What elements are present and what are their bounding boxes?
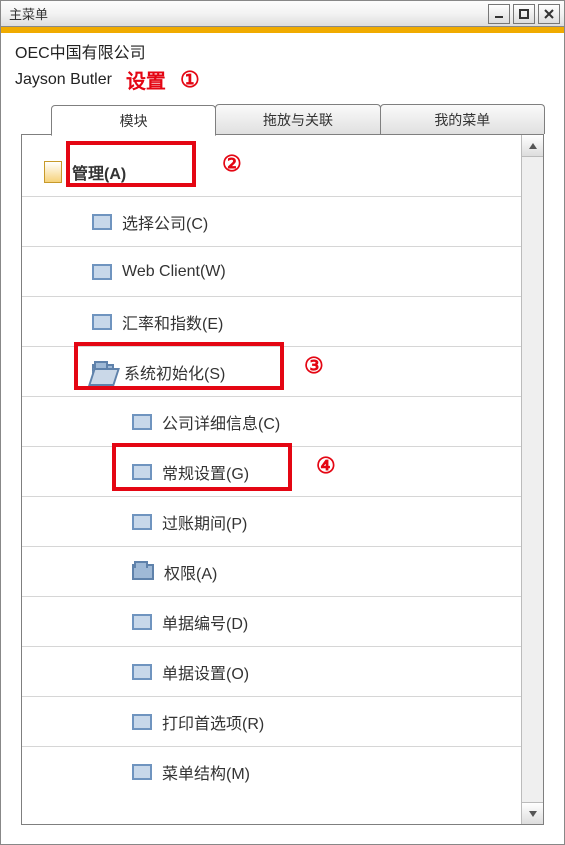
tree-label: 管理(A) xyxy=(72,160,126,184)
tree-label: 单据设置(O) xyxy=(162,660,249,684)
window-icon xyxy=(92,314,112,330)
tree-label: 选择公司(C) xyxy=(122,210,208,234)
scroll-down-button[interactable] xyxy=(522,802,543,824)
tree-item-doc-settings[interactable]: 单据设置(O) xyxy=(22,647,521,697)
window-icon xyxy=(132,414,152,430)
tree-label: 公司详细信息(C) xyxy=(162,410,280,434)
tree-label: 打印首选项(R) xyxy=(162,710,264,734)
tree-item-web-client[interactable]: Web Client(W) xyxy=(22,247,521,297)
tab-drag-drop[interactable]: 拖放与关联 xyxy=(215,104,380,134)
tree-item-authorizations[interactable]: 权限(A) xyxy=(22,547,521,597)
tree-item-menu-structure[interactable]: 菜单结构(M) xyxy=(22,747,521,797)
content-pane: 管理(A) 选择公司(C) Web Client(W) 汇率和指数(E) 系统初… xyxy=(21,134,544,825)
window-icon xyxy=(92,214,112,230)
page-icon xyxy=(44,161,62,183)
titlebar: 主菜单 xyxy=(1,1,564,27)
tree-label: Web Client(W) xyxy=(122,263,226,281)
tab-bar: 模块 拖放与关联 我的菜单 xyxy=(51,104,544,135)
tree-label: 单据编号(D) xyxy=(162,610,248,634)
maximize-button[interactable] xyxy=(513,4,535,24)
annotation-1: ① xyxy=(180,67,200,93)
folder-icon xyxy=(132,564,154,580)
tree-item-exchange-rates[interactable]: 汇率和指数(E) xyxy=(22,297,521,347)
window-controls xyxy=(488,4,560,24)
tree-label: 过账期间(P) xyxy=(162,510,247,534)
tree-label: 常规设置(G) xyxy=(162,460,249,484)
tree-item-print-prefs[interactable]: 打印首选项(R) xyxy=(22,697,521,747)
tab-modules[interactable]: 模块 xyxy=(51,105,216,136)
tree-root-admin[interactable]: 管理(A) xyxy=(22,147,521,197)
tab-my-menu[interactable]: 我的菜单 xyxy=(380,104,545,134)
tree-label: 汇率和指数(E) xyxy=(122,310,223,334)
tree-label: 菜单结构(M) xyxy=(162,760,250,784)
tree-item-company-details[interactable]: 公司详细信息(C) xyxy=(22,397,521,447)
window-icon xyxy=(92,264,112,280)
window-icon xyxy=(132,514,152,530)
window-title: 主菜单 xyxy=(9,4,488,23)
close-button[interactable] xyxy=(538,4,560,24)
tree-view: 管理(A) 选择公司(C) Web Client(W) 汇率和指数(E) 系统初… xyxy=(22,135,521,824)
tree-label: 权限(A) xyxy=(164,560,217,584)
window-icon xyxy=(132,614,152,630)
window-icon xyxy=(132,764,152,780)
window-icon xyxy=(132,664,152,680)
company-name: OEC中国有限公司 xyxy=(15,39,550,63)
user-line: Jayson Butler 设置 ① xyxy=(15,65,550,94)
window-icon xyxy=(132,464,152,480)
vertical-scrollbar[interactable] xyxy=(521,135,543,824)
tree-label: 系统初始化(S) xyxy=(124,360,225,384)
scroll-up-button[interactable] xyxy=(522,135,543,157)
user-name: Jayson Butler xyxy=(15,71,112,89)
tree-item-doc-numbering[interactable]: 单据编号(D) xyxy=(22,597,521,647)
window-icon xyxy=(132,714,152,730)
tree-item-select-company[interactable]: 选择公司(C) xyxy=(22,197,521,247)
tree-item-system-init[interactable]: 系统初始化(S) xyxy=(22,347,521,397)
settings-link[interactable]: 设置 xyxy=(126,65,166,94)
main-window: 主菜单 OEC中国有限公司 Jayson Butler 设置 ① 模块 拖放与关… xyxy=(0,0,565,845)
folder-open-icon xyxy=(92,364,114,380)
minimize-button[interactable] xyxy=(488,4,510,24)
header: OEC中国有限公司 Jayson Butler 设置 ① xyxy=(1,33,564,96)
tree-item-posting-periods[interactable]: 过账期间(P) xyxy=(22,497,521,547)
tree-item-general-settings[interactable]: 常规设置(G) xyxy=(22,447,521,497)
scroll-track[interactable] xyxy=(522,157,543,802)
